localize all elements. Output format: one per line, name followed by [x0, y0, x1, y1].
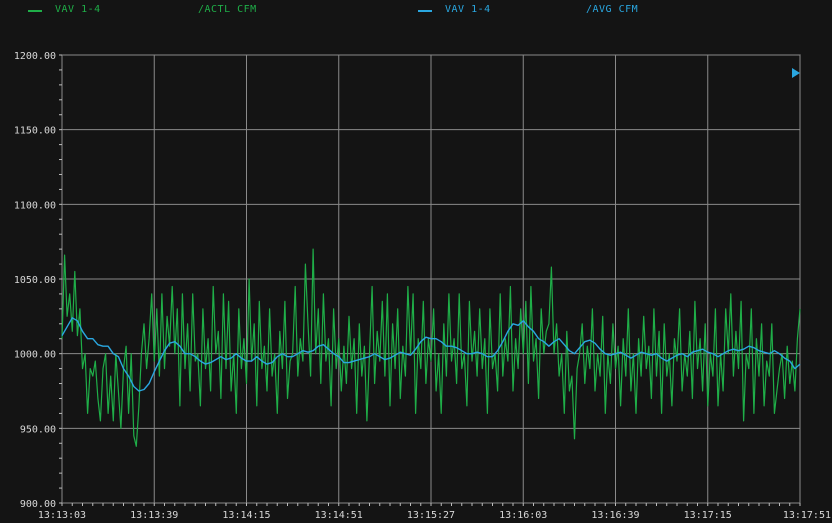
y-axis-ticks: 1200.00 1150.00 1100.00 1050.00 1000.00 950.0… — [14, 51, 62, 510]
y-tick-label: 1200.00 — [14, 51, 56, 62]
x-tick-label: 13:17:51 — [783, 510, 831, 521]
chart-grid — [61, 54, 801, 504]
y-tick-label: 950.00 — [20, 424, 56, 435]
x-axis-ticks: 13:13:03 13:13:39 13:14:15 13:14:51 13:15:27… — [38, 503, 831, 521]
x-tick-label: 13:13:03 — [38, 510, 86, 521]
x-tick-label: 13:17:15 — [684, 510, 732, 521]
y-tick-label: 1000.00 — [14, 350, 56, 361]
x-tick-label: 13:14:15 — [222, 510, 270, 521]
y-tick-label: 1150.00 — [14, 126, 56, 137]
y-tick-label: 900.00 — [20, 499, 56, 510]
y-tick-label: 1050.00 — [14, 275, 56, 286]
cursor-marker-icon[interactable] — [792, 68, 800, 78]
y-tick-label: 1100.00 — [14, 200, 56, 211]
x-tick-label: 13:14:51 — [315, 510, 363, 521]
trend-chart: 1200.00 1150.00 1100.00 1050.00 1000.00 950.0… — [14, 51, 831, 521]
x-tick-label: 13:16:03 — [499, 510, 547, 521]
x-tick-label: 13:13:39 — [130, 510, 178, 521]
x-tick-label: 13:16:39 — [591, 510, 639, 521]
x-tick-label: 13:15:27 — [407, 510, 455, 521]
